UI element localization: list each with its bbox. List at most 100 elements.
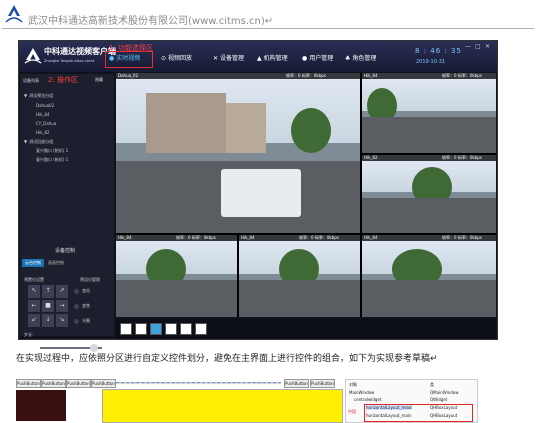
expand-arrow-icon[interactable]: ▼ xyxy=(24,139,27,144)
ptz-right-icon[interactable]: → xyxy=(56,299,68,313)
app-screenshot: 中科通达视频客户端 Zhongke Tongda video client 1:… xyxy=(18,40,498,352)
video-cell[interactable]: Hik_82 帧率：0 码率：0kbps xyxy=(362,155,496,233)
ptz-stop-icon[interactable]: ■ xyxy=(42,299,54,313)
device-list-title: 设备列表 xyxy=(23,78,39,83)
layout-4x4-icon[interactable] xyxy=(195,323,207,335)
video-cell[interactable]: Hik_84 帧率：0 码率：0kbps xyxy=(362,73,496,153)
clock-time: 8 : 46 : 35 xyxy=(415,47,462,55)
step-label: 步长： xyxy=(24,332,36,337)
video-frame xyxy=(221,169,301,217)
focus-label: 变焦 xyxy=(82,303,90,308)
ptz-up-right-icon[interactable]: ↗ xyxy=(56,285,68,298)
stream-stats: 帧率：0 码率：0kbps xyxy=(299,235,339,240)
nav-role-management[interactable]: ♣ 角色管理 xyxy=(345,53,376,62)
draft-button[interactable]: PushButton xyxy=(310,379,335,388)
tree-label: 复兴路口 (枪机) 1 xyxy=(36,157,69,162)
nav-label: 视频回放 xyxy=(168,55,193,62)
tree-item[interactable]: CY_Dahua xyxy=(36,121,56,126)
expand-arrow-icon[interactable]: ▼ xyxy=(24,93,27,98)
stream-stats: 帧率：0 码率：0kbps xyxy=(176,235,216,240)
video-frame xyxy=(146,93,226,153)
video-cell[interactable]: Hik_84 帧率：0 码率：0kbps xyxy=(362,235,496,317)
slider-knob[interactable] xyxy=(90,344,98,352)
draft-button[interactable]: PushButton xyxy=(91,379,116,388)
tree-item[interactable]: Hik_84 xyxy=(36,112,50,117)
camera-name: Hik_82 xyxy=(364,155,378,160)
tree-group[interactable]: ▼ 测试预览分组 xyxy=(24,93,53,99)
video-frame xyxy=(116,280,237,317)
body-paragraph: 在实现过程中，应依照分区进行自定义控件划分，避免在主界面上进行控件的组合，如下为… xyxy=(16,354,438,364)
ptz-down-right-icon[interactable]: ↘ xyxy=(56,314,68,327)
video-wall: Dahua_02 帧率：0 码率：0kbps Hik_84 帧率：0 码率：0kbp… xyxy=(116,73,496,317)
tree-label: CY_Dahua xyxy=(36,121,57,126)
ptz-down-icon[interactable]: ↓ xyxy=(42,314,54,327)
user-icon: ● xyxy=(302,55,308,62)
video-frame xyxy=(226,103,266,153)
annotation-operation-area: 2: 操作区 xyxy=(48,76,79,84)
nav-org-management[interactable]: ▲ 机构管理 xyxy=(257,53,288,62)
playback-icon: ⊙ xyxy=(161,55,167,62)
camera-name: Hik_84 xyxy=(241,235,255,240)
tab-screen-control[interactable]: 画面控制 xyxy=(46,259,66,267)
iris-icon[interactable] xyxy=(74,318,79,324)
video-status-bar: Hik_84 帧率：0 码率：0kbps xyxy=(239,235,360,241)
nav-user-management[interactable]: ● 用户管理 xyxy=(302,53,333,62)
app-logo-icon xyxy=(24,48,42,64)
video-cell[interactable]: Dahua_02 帧率：0 码率：0kbps xyxy=(116,73,360,233)
inspector-col-class: 类 xyxy=(430,382,434,387)
preset-label: 预置位设置 xyxy=(24,277,44,282)
video-icon: ● xyxy=(109,55,115,62)
maximize-icon[interactable]: □ xyxy=(475,43,481,50)
nav-video-playback[interactable]: ⊙ 视频回放 xyxy=(161,53,192,62)
zoom-control[interactable]: 变倍 xyxy=(74,288,90,294)
nav-device-management[interactable]: ✕ 设备管理 xyxy=(213,53,244,62)
step-slider[interactable] xyxy=(40,344,102,352)
draft-button[interactable]: PushButton xyxy=(41,379,66,388)
video-cell[interactable]: Hik_84 帧率：0 码率：0kbps xyxy=(239,235,360,317)
preset-manage-button[interactable]: 预设位管理 xyxy=(80,277,100,283)
inspector-row[interactable]: MainWindow xyxy=(349,390,374,395)
layout-1plus5-icon[interactable] xyxy=(150,323,162,335)
focus-control[interactable]: 变焦 xyxy=(74,303,90,309)
stream-stats: 帧率：0 码率：0kbps xyxy=(442,235,482,240)
nav-realtime-video[interactable]: ● 实时视频 xyxy=(109,53,140,62)
tree-item[interactable]: Dahua02 xyxy=(36,103,54,108)
layout-2x2-icon[interactable] xyxy=(135,323,147,335)
layout-3x3-icon[interactable] xyxy=(165,323,177,335)
tree-item[interactable]: Hik_82 xyxy=(36,130,50,135)
zoom-in-icon[interactable] xyxy=(74,288,79,294)
tree-label: Hik_84 xyxy=(36,112,50,117)
draft-button[interactable]: PushButton xyxy=(66,379,91,388)
camera-name: Hik_84 xyxy=(118,235,132,240)
nav-label: 设备管理 xyxy=(220,55,245,62)
draft-button[interactable]: PushButton xyxy=(284,379,309,388)
app-titlebar: 中科通达视频客户端 Zhongke Tongda video client 1:… xyxy=(19,41,497,72)
iris-control[interactable]: 光圈 xyxy=(74,318,90,324)
document-header: 武汉中科通达高新技术股份有限公司(www.citms.cn)↵ xyxy=(0,0,540,30)
ptz-up-left-icon[interactable]: ↖ xyxy=(28,285,40,298)
tree-label: 测试预览分组 xyxy=(29,93,54,98)
tree-item[interactable]: 复兴路口 (枪机) 1 xyxy=(36,148,68,154)
tab-ptz-control[interactable]: 云台控制 xyxy=(22,259,44,267)
focus-icon[interactable] xyxy=(74,303,79,309)
ptz-left-icon[interactable]: ← xyxy=(28,299,40,313)
close-icon[interactable]: ✕ xyxy=(485,43,490,50)
camera-name: Hik_84 xyxy=(364,235,378,240)
tools-icon: ✕ xyxy=(213,55,219,62)
ptz-down-left-icon[interactable]: ↙ xyxy=(28,314,40,327)
tree-group[interactable]: ▼ 测试回放分组 xyxy=(24,139,53,145)
minimize-icon[interactable]: — xyxy=(465,43,471,50)
draft-button[interactable]: PushButton xyxy=(16,379,41,388)
ptz-up-icon[interactable]: ↑ xyxy=(42,285,54,298)
inspector-col-object: 对象 xyxy=(349,382,357,387)
video-status-bar: Dahua_02 帧率：0 码率：0kbps xyxy=(116,73,360,79)
draft-right-panel xyxy=(102,389,343,423)
layout-1x1-icon[interactable] xyxy=(120,323,132,335)
inspector-row[interactable]: centralwidget xyxy=(354,397,381,402)
hide-sidebar-button[interactable]: 隐藏 xyxy=(95,77,103,83)
layout-1plus7-icon[interactable] xyxy=(180,323,192,335)
draft-spacer xyxy=(116,382,281,384)
video-cell[interactable]: Hik_84 帧率：0 码率：0kbps xyxy=(116,235,237,317)
object-name: centralwidget xyxy=(354,397,382,402)
tree-item[interactable]: 复兴路口 (枪机) 1 xyxy=(36,157,68,163)
